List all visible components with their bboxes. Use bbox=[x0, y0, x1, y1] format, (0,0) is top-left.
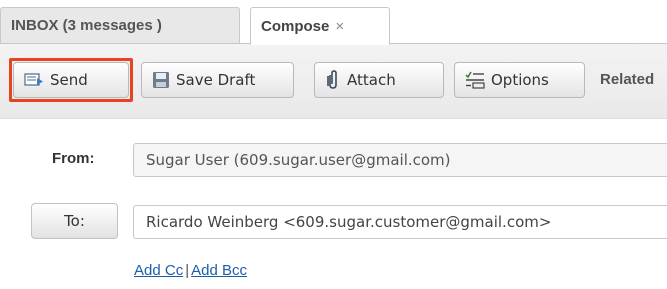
related-label[interactable]: Related bbox=[600, 71, 654, 88]
options-list-icon bbox=[465, 71, 485, 89]
tab-compose[interactable]: Compose × bbox=[250, 7, 390, 45]
add-bcc-link[interactable]: Add Bcc bbox=[191, 262, 247, 279]
attach-label: Attach bbox=[347, 71, 396, 89]
options-button[interactable]: Options bbox=[454, 62, 585, 98]
from-value: Sugar User (609.sugar.user@gmail.com) bbox=[146, 151, 451, 169]
send-button-label: Send bbox=[50, 71, 88, 89]
send-button[interactable]: Send bbox=[13, 62, 129, 98]
options-label: Options bbox=[491, 71, 549, 89]
to-value: Ricardo Weinberg <609.sugar.customer@gma… bbox=[146, 213, 552, 231]
compose-toolbar: Send Save Draft Attach Options Related bbox=[0, 43, 667, 119]
to-field[interactable]: Ricardo Weinberg <609.sugar.customer@gma… bbox=[133, 205, 667, 239]
to-button[interactable]: To: bbox=[31, 203, 118, 239]
save-disk-icon bbox=[153, 72, 169, 88]
send-icon bbox=[24, 73, 43, 86]
from-label: From: bbox=[52, 150, 95, 167]
attach-button[interactable]: Attach bbox=[314, 62, 444, 98]
save-draft-button[interactable]: Save Draft bbox=[141, 62, 294, 98]
paperclip-icon bbox=[327, 70, 337, 89]
close-icon[interactable]: × bbox=[335, 18, 344, 35]
from-field[interactable]: Sugar User (609.sugar.user@gmail.com) bbox=[133, 143, 667, 177]
tab-compose-label: Compose bbox=[261, 18, 330, 35]
link-separator: | bbox=[185, 262, 190, 279]
tab-inbox[interactable]: INBOX (3 messages ) bbox=[0, 7, 240, 43]
add-cc-link[interactable]: Add Cc bbox=[134, 262, 183, 279]
save-draft-label: Save Draft bbox=[176, 71, 256, 89]
cc-bcc-links: Add Cc | Add Bcc bbox=[134, 262, 247, 279]
tab-bar: INBOX (3 messages ) Compose × bbox=[0, 0, 667, 45]
tab-inbox-label: INBOX (3 messages ) bbox=[11, 17, 162, 34]
to-button-label: To: bbox=[64, 212, 85, 230]
